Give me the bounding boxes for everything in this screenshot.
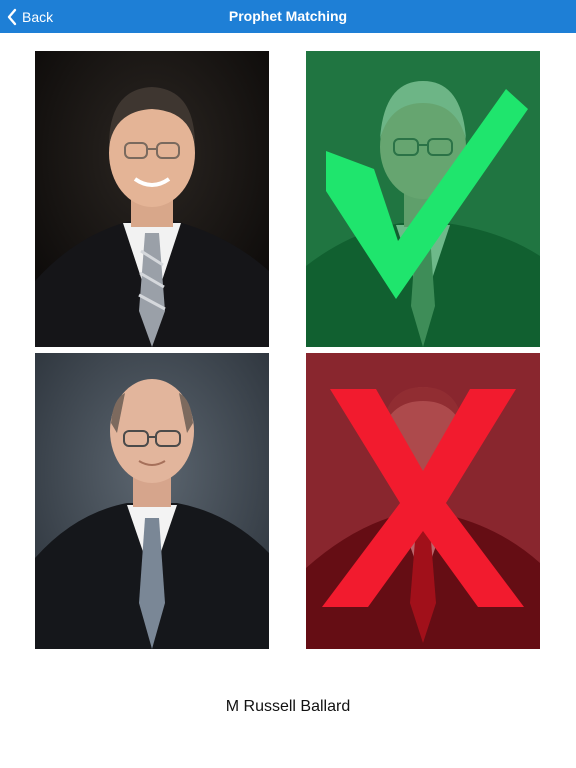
portrait-card-1[interactable] (35, 51, 269, 347)
page-title: Prophet Matching (228, 8, 348, 24)
portrait-photo (35, 51, 269, 347)
prophet-name-label: M Russell Ballard (225, 698, 351, 715)
x-mark-icon (322, 389, 524, 607)
portrait-photo (35, 353, 269, 649)
portrait-card-2[interactable] (306, 51, 540, 347)
checkmark-icon (326, 89, 528, 299)
navigation-bar: Back Prophet Matching (0, 0, 576, 33)
portrait-card-3[interactable] (35, 353, 269, 649)
portrait-card-4[interactable] (306, 353, 540, 649)
